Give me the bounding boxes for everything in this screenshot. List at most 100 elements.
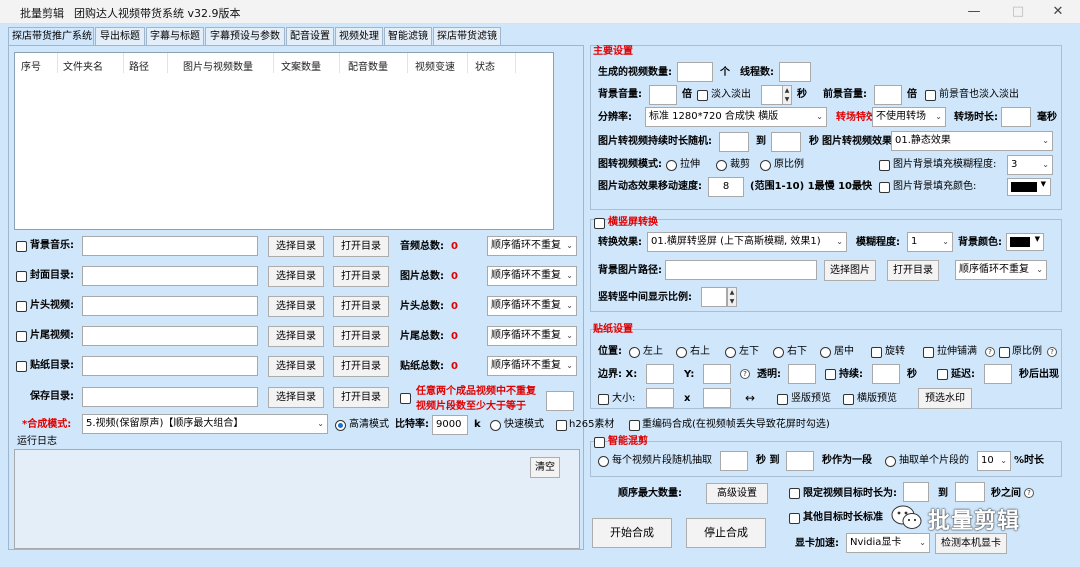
delay-input[interactable] [984, 364, 1012, 384]
hv-ratio-input[interactable] [701, 287, 727, 307]
bgm-mode-select[interactable]: 顺序循环不重复 ⌄ [487, 236, 577, 256]
detect-gpu-button[interactable]: 检测本机显卡 [935, 533, 1007, 554]
stretch-radio[interactable] [666, 160, 677, 171]
unique-checkbox[interactable] [400, 393, 411, 404]
save-path-input[interactable] [82, 387, 258, 407]
delay-checkbox[interactable] [937, 369, 948, 380]
each-segment-radio[interactable] [598, 456, 609, 467]
save-select-button[interactable]: 选择目录 [268, 387, 324, 408]
size-w-input[interactable] [646, 388, 674, 408]
cover-path-input[interactable] [82, 266, 258, 286]
intro-checkbox[interactable] [16, 301, 27, 312]
pos-center-radio[interactable] [820, 347, 831, 358]
hv-bg-color-picker[interactable]: ▼ [1006, 233, 1044, 251]
tab-smart-filter[interactable]: 智能滤镜 [384, 27, 432, 46]
compose-mode-select[interactable]: 5.视频(保留原声)【顺序最大组合】 ⌄ [82, 414, 328, 434]
bitrate-input[interactable]: 9000 [432, 415, 468, 435]
sticker-path-input[interactable] [82, 356, 258, 376]
help-icon[interactable]: ? [740, 369, 750, 379]
hv-select-img-button[interactable]: 选择图片 [824, 260, 876, 281]
bgm-open-button[interactable]: 打开目录 [333, 236, 389, 257]
keep-ratio-checkbox[interactable] [999, 347, 1010, 358]
intro-open-button[interactable]: 打开目录 [333, 296, 389, 317]
cover-open-button[interactable]: 打开目录 [333, 266, 389, 287]
blur-bg-checkbox[interactable] [879, 160, 890, 171]
threads-input[interactable] [779, 62, 811, 82]
duration-checkbox[interactable] [825, 369, 836, 380]
maximize-button[interactable]: □ [996, 0, 1040, 24]
intro-mode-select[interactable]: 顺序循环不重复 ⌄ [487, 296, 577, 316]
v-preview-checkbox[interactable] [777, 394, 788, 405]
original-radio[interactable] [760, 160, 771, 171]
outro-open-button[interactable]: 打开目录 [333, 326, 389, 347]
pos-top-left-radio[interactable] [629, 347, 640, 358]
fade-spinner[interactable]: ▲ ▼ [782, 85, 792, 105]
advanced-settings-button[interactable]: 高级设置 [706, 483, 768, 504]
h265-checkbox[interactable] [556, 420, 567, 431]
sticker-select-button[interactable]: 选择目录 [268, 356, 324, 377]
seg-max-input[interactable] [786, 451, 814, 471]
hv-bg-img-input[interactable] [665, 260, 817, 280]
outro-path-input[interactable] [82, 326, 258, 346]
hv-blur-select[interactable]: 1 ⌄ [907, 232, 953, 252]
extract-radio[interactable] [885, 456, 896, 467]
margin-x-input[interactable] [646, 364, 674, 384]
resolution-select[interactable]: 标准 1280*720 合成快 横版 ⌄ [645, 107, 827, 127]
seg-min-input[interactable] [720, 451, 748, 471]
duration-input[interactable] [872, 364, 900, 384]
sticker-mode-select[interactable]: 顺序循环不重复 ⌄ [487, 356, 577, 376]
minimize-button[interactable]: — [952, 0, 996, 24]
img-effect-select[interactable]: 01.静态效果 ⌄ [891, 131, 1053, 151]
cover-select-button[interactable]: 选择目录 [268, 266, 324, 287]
outro-mode-select[interactable]: 顺序循环不重复 ⌄ [487, 326, 577, 346]
margin-y-input[interactable] [703, 364, 731, 384]
rotate-checkbox[interactable] [871, 347, 882, 358]
cover-checkbox[interactable] [16, 271, 27, 282]
tab-subtitle-title[interactable]: 字幕与标题 [146, 27, 204, 46]
tab-subtitle-preset[interactable]: 字幕预设与参数 [205, 27, 285, 46]
size-checkbox[interactable] [598, 394, 609, 405]
fill-color-picker[interactable]: ▼ [1007, 178, 1051, 196]
pos-bottom-right-radio[interactable] [773, 347, 784, 358]
fg-volume-input[interactable] [874, 85, 902, 105]
sticker-open-button[interactable]: 打开目录 [333, 356, 389, 377]
bgm-select-button[interactable]: 选择目录 [268, 236, 324, 257]
hv-mode-select[interactable]: 顺序循环不重复 ⌄ [955, 260, 1047, 280]
outro-checkbox[interactable] [16, 331, 27, 342]
clear-log-button[interactable]: 清空 [530, 457, 560, 478]
size-h-input[interactable] [703, 388, 731, 408]
transition-select[interactable]: 不使用转场 ⌄ [872, 107, 946, 127]
fast-radio[interactable] [490, 420, 501, 431]
hv-effect-select[interactable]: 01.横屏转竖屏 (上下高斯模糊, 效果1) ⌄ [647, 232, 847, 252]
img-duration-min-input[interactable] [719, 132, 749, 152]
gen-count-input[interactable] [677, 62, 713, 82]
close-button[interactable]: ✕ [1036, 0, 1080, 24]
motion-speed-input[interactable]: 8 [708, 177, 744, 197]
cover-mode-select[interactable]: 顺序循环不重复 ⌄ [487, 266, 577, 286]
tab-voice[interactable]: 配音设置 [286, 27, 334, 46]
bgm-path-input[interactable] [82, 236, 258, 256]
hv-convert-checkbox[interactable] [594, 218, 605, 229]
stop-compose-button[interactable]: 停止合成 [686, 518, 766, 548]
help-icon[interactable]: ? [985, 347, 995, 357]
swap-arrows-icon[interactable]: ↔ [745, 391, 755, 405]
unique-count-input[interactable] [546, 391, 574, 411]
fade-checkbox[interactable] [697, 90, 708, 101]
reencode-checkbox[interactable] [629, 420, 640, 431]
log-textarea[interactable] [14, 449, 580, 549]
blur-bg-select[interactable]: 3 ⌄ [1007, 155, 1053, 175]
intro-select-button[interactable]: 选择目录 [268, 296, 324, 317]
help-icon[interactable]: ? [1047, 347, 1057, 357]
transition-duration-input[interactable] [1001, 107, 1031, 127]
hv-ratio-spinner[interactable]: ▲ ▼ [727, 287, 737, 307]
save-open-button[interactable]: 打开目录 [333, 387, 389, 408]
pos-top-right-radio[interactable] [676, 347, 687, 358]
bg-volume-input[interactable] [649, 85, 677, 105]
fg-fade-checkbox[interactable] [925, 90, 936, 101]
stretch-fill-checkbox[interactable] [923, 347, 934, 358]
outro-select-button[interactable]: 选择目录 [268, 326, 324, 347]
tab-video-process[interactable]: 视频处理 [335, 27, 383, 46]
crop-radio[interactable] [716, 160, 727, 171]
hq-radio[interactable] [335, 420, 346, 431]
limit-duration-checkbox[interactable] [789, 488, 800, 499]
